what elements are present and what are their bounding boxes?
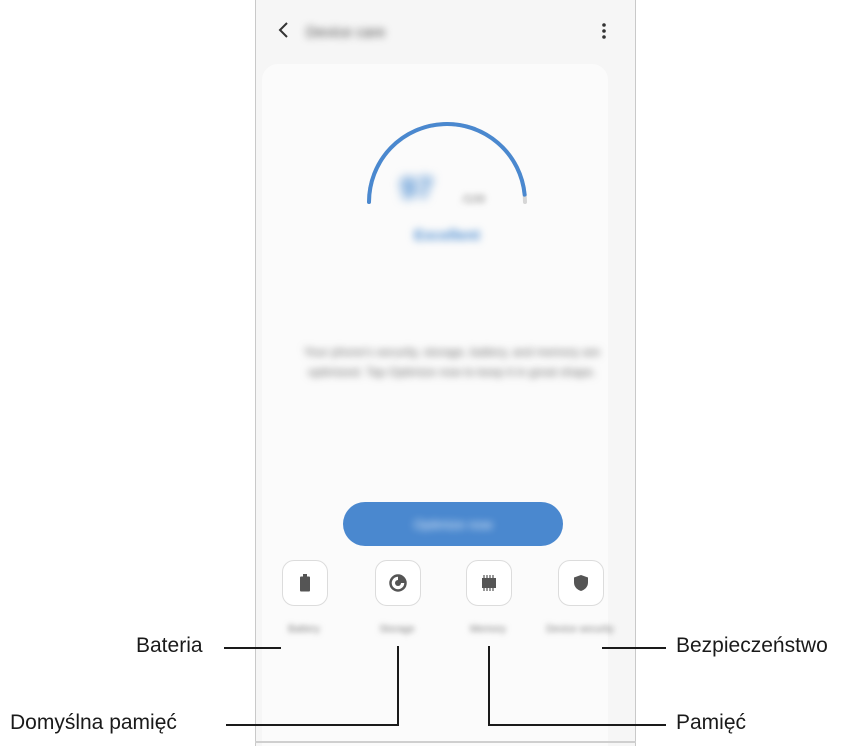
app-bar: Device care [256, 0, 635, 60]
shield-icon [574, 575, 588, 591]
callout-domyslna-pamiec-label: Domyślna pamięć [10, 711, 177, 734]
memory-chip-icon [482, 575, 496, 591]
callout-pamiec-line [490, 724, 666, 726]
storage-tile[interactable] [375, 560, 421, 606]
gauge-fill [367, 122, 527, 204]
battery-tile-label: Battery [288, 624, 320, 635]
more-options-icon[interactable] [599, 20, 609, 42]
storage-pie-icon [389, 574, 407, 592]
status-text: Excellent [414, 227, 480, 244]
score-gauge [367, 122, 527, 204]
optimize-now-label: Optimize now [413, 516, 493, 532]
battery-icon [300, 574, 310, 592]
memory-tile[interactable] [466, 560, 512, 606]
gauge-track [367, 122, 527, 204]
back-arrow-icon[interactable] [274, 19, 294, 41]
callout-pamiec-vline [488, 646, 490, 726]
score-value: 97 [400, 172, 434, 205]
storage-tile-label: Storage [379, 624, 415, 635]
security-tile-label: Device security [546, 624, 614, 635]
callout-pamiec-label: Pamięć [676, 711, 747, 734]
memory-tile-label: Memory [469, 624, 507, 635]
battery-tile[interactable] [282, 560, 328, 606]
phone-screen: Device care 97 /100 Excellent Your phone… [255, 0, 636, 746]
description-text: Your phone's security, storage, battery,… [303, 345, 601, 379]
callout-bateria-label: Bateria [136, 634, 203, 657]
security-tile[interactable] [558, 560, 604, 606]
callout-bezpieczenstwo-label: Bezpieczeństwo [676, 634, 828, 657]
callout-domyslna-pamiec-vline [397, 646, 399, 726]
score-unit: /100 [462, 192, 486, 206]
callout-domyslna-pamiec-line [226, 724, 399, 726]
device-care-card: 97 /100 Excellent Your phone's security,… [262, 64, 608, 746]
callout-bateria-line [224, 647, 281, 649]
app-title: Device care [306, 24, 386, 41]
optimize-now-button[interactable]: Optimize now [343, 502, 563, 546]
phone-bottom-edge [255, 741, 636, 743]
callout-bezpieczenstwo-line [602, 647, 666, 649]
